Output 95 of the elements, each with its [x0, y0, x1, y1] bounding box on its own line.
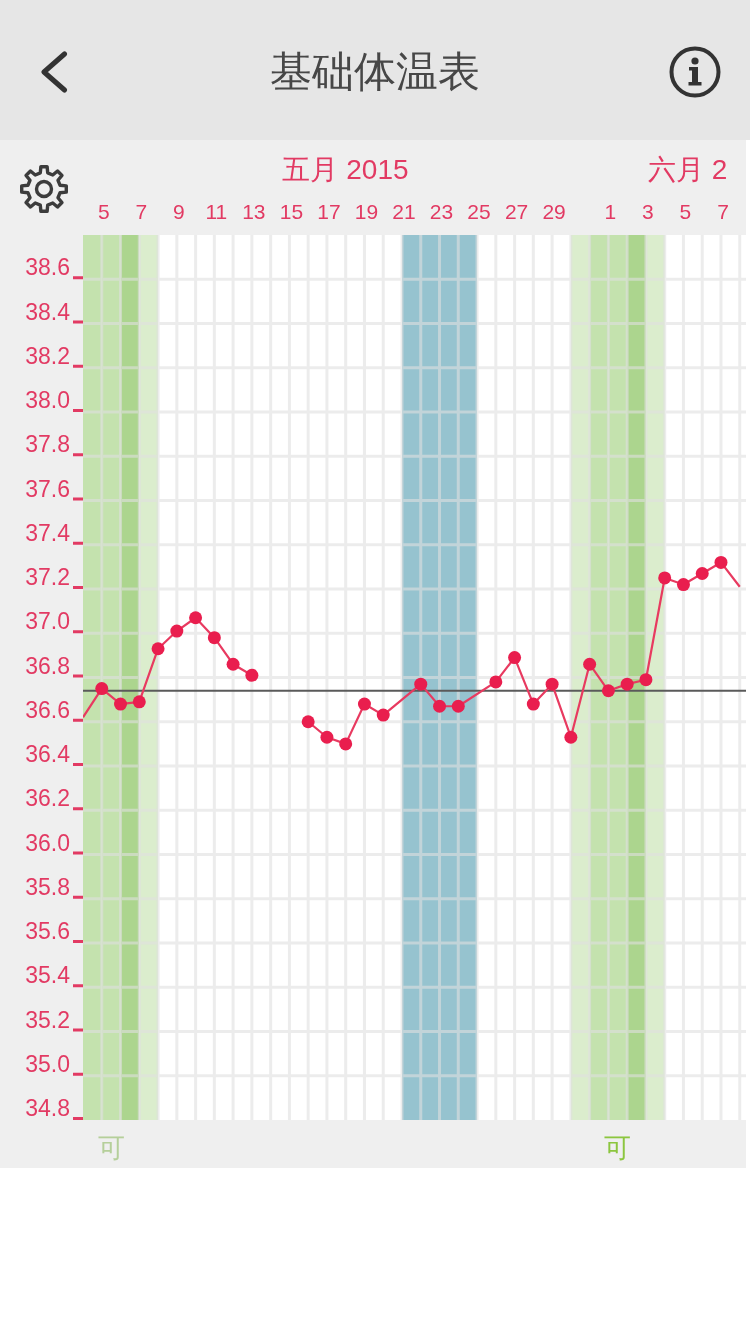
temperature-label: 38.6 — [25, 254, 70, 281]
temperature-label: 38.0 — [25, 387, 70, 413]
temperature-label: 36.6 — [25, 696, 70, 723]
data-point — [564, 730, 578, 744]
data-point — [170, 624, 184, 638]
data-point — [545, 677, 559, 691]
temperature-label: 35.0 — [25, 1050, 70, 1077]
date-label: 3 — [642, 200, 654, 223]
data-point — [151, 642, 165, 656]
date-label: 23 — [429, 200, 454, 223]
tick-mark — [73, 630, 83, 634]
date-label: 27 — [504, 200, 529, 223]
data-point — [695, 567, 709, 580]
temperature-label: 35.8 — [25, 873, 70, 900]
temperature-label: 38.2 — [25, 342, 70, 369]
date-label: 9 — [173, 200, 185, 223]
temperature-label: 36.8 — [25, 652, 70, 679]
data-point — [320, 730, 334, 744]
date-label: 7 — [135, 200, 148, 223]
data-point — [451, 699, 465, 713]
date-label: 19 — [354, 200, 379, 223]
data-point — [245, 668, 259, 682]
tick-mark — [73, 984, 83, 988]
tick-mark — [73, 541, 83, 545]
data-point — [414, 677, 428, 691]
tick-mark — [73, 718, 83, 722]
temperature-label: 35.2 — [25, 1006, 70, 1033]
tick-mark — [73, 409, 83, 412]
month-label: 六月 2 — [647, 156, 728, 187]
temperature-label: 37.0 — [25, 608, 70, 635]
data-point — [95, 682, 109, 696]
data-point — [601, 684, 615, 698]
tick-mark — [73, 586, 83, 589]
data-point — [376, 708, 390, 722]
date-label: 25 — [467, 200, 491, 223]
settings-icon[interactable] — [19, 164, 69, 214]
data-point — [189, 611, 203, 625]
data-point — [508, 651, 522, 665]
temperature-label: 35.4 — [25, 962, 70, 989]
date-label: 1 — [604, 200, 617, 223]
date-label: 17 — [317, 200, 341, 223]
date-label: 29 — [542, 200, 566, 223]
temperature-label: 37.2 — [25, 564, 70, 590]
data-point — [433, 699, 446, 713]
tick-mark — [73, 276, 83, 280]
data-point — [658, 571, 672, 585]
date-label: 15 — [279, 200, 304, 223]
band-label: 可 — [604, 1133, 632, 1163]
tick-mark — [73, 851, 83, 855]
date-label: 7 — [717, 200, 729, 223]
tick-mark — [73, 763, 83, 766]
date-label: 5 — [97, 200, 110, 223]
data-point — [676, 578, 690, 592]
data-point — [489, 675, 503, 689]
tick-mark — [73, 895, 83, 899]
tick-mark — [73, 320, 83, 324]
back-icon[interactable] — [40, 51, 68, 93]
temperature-label: 37.8 — [25, 431, 70, 458]
data-point — [339, 737, 353, 751]
temperature-label: 34.8 — [25, 1095, 70, 1120]
tick-mark — [73, 497, 83, 501]
data-point — [357, 697, 371, 711]
temperature-label: 37.6 — [25, 475, 70, 502]
temperature-label: 37.4 — [25, 519, 70, 546]
temperature-label: 36.4 — [25, 741, 70, 767]
temperature-label: 36.0 — [25, 829, 70, 856]
data-point — [583, 657, 597, 671]
data-point — [526, 697, 540, 711]
date-label: 13 — [242, 200, 266, 223]
tick-mark — [73, 940, 83, 943]
tick-mark — [73, 364, 83, 368]
temperature-label: 38.4 — [25, 298, 70, 325]
date-label: 11 — [205, 200, 228, 223]
data-point — [301, 715, 315, 729]
tick-mark — [73, 453, 83, 457]
tick-mark — [73, 1028, 83, 1032]
page-title: 基础体温表 — [270, 51, 480, 93]
tick-mark — [73, 1117, 83, 1120]
date-label: 21 — [392, 200, 416, 223]
temperature-label: 36.2 — [25, 785, 70, 812]
temperature-label: 35.6 — [25, 918, 70, 944]
data-point — [639, 673, 653, 687]
data-point — [620, 677, 634, 691]
tick-mark — [73, 807, 83, 811]
tick-mark — [73, 674, 83, 678]
data-point — [226, 657, 240, 671]
info-icon[interactable] — [669, 46, 721, 98]
band-label: 可 — [97, 1133, 125, 1163]
data-point — [207, 631, 221, 645]
data-point — [714, 555, 728, 569]
month-label: 五月 2015 — [282, 156, 409, 187]
data-point — [114, 697, 128, 711]
date-label: 5 — [679, 200, 692, 223]
data-point — [132, 695, 146, 709]
tick-mark — [73, 1072, 83, 1076]
